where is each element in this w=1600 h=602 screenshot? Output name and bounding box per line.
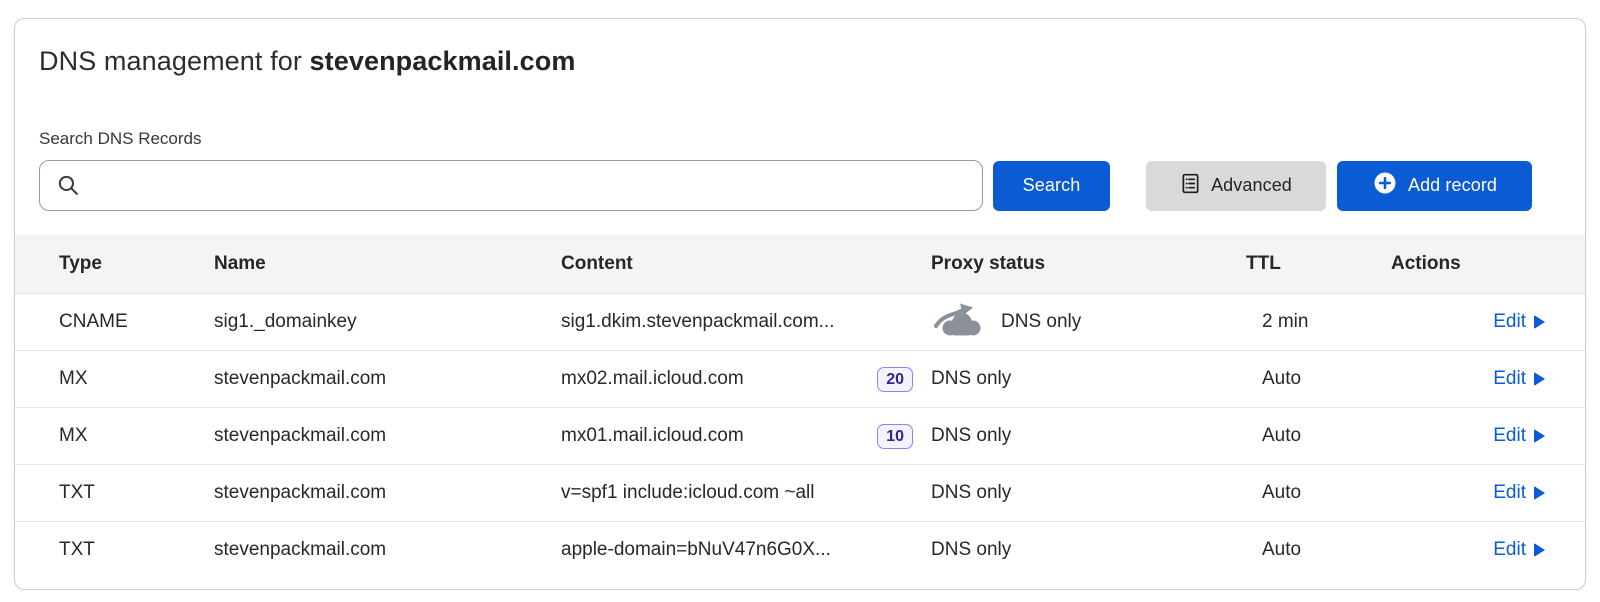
column-header-proxy-status: Proxy status bbox=[931, 253, 1246, 275]
page-title: DNS management for stevenpackmail.com bbox=[39, 46, 1561, 77]
record-content: mx02.mail.icloud.com bbox=[561, 368, 744, 390]
record-type: CNAME bbox=[59, 311, 214, 333]
record-type: MX bbox=[59, 368, 214, 390]
record-name: sig1._domainkey bbox=[214, 311, 561, 333]
record-type: TXT bbox=[59, 539, 214, 561]
edit-button[interactable]: Edit bbox=[1493, 425, 1545, 447]
priority-badge: 20 bbox=[877, 367, 913, 392]
record-ttl: Auto bbox=[1246, 539, 1391, 561]
actions-cell: Edit bbox=[1391, 482, 1545, 504]
record-content: apple-domain=bNuV47n6G0X... bbox=[561, 539, 831, 561]
search-toolbar: Search Advanced bbox=[39, 160, 1561, 211]
edit-button[interactable]: Edit bbox=[1493, 482, 1545, 504]
search-label: Search DNS Records bbox=[39, 129, 1561, 149]
edit-label: Edit bbox=[1493, 311, 1526, 333]
edit-label: Edit bbox=[1493, 368, 1526, 390]
actions-cell: Edit bbox=[1391, 425, 1545, 447]
proxy-status-text: DNS only bbox=[1001, 311, 1081, 333]
edit-label: Edit bbox=[1493, 425, 1526, 447]
priority-badge: 10 bbox=[877, 424, 913, 449]
advanced-button[interactable]: Advanced bbox=[1146, 161, 1326, 211]
search-box bbox=[39, 160, 983, 211]
actions-cell: Edit bbox=[1391, 368, 1545, 390]
screen: DNS management for stevenpackmail.com Se… bbox=[0, 0, 1600, 602]
list-icon bbox=[1180, 173, 1201, 199]
caret-right-icon bbox=[1534, 543, 1545, 557]
record-content-cell: v=spf1 include:icloud.com ~all bbox=[561, 482, 931, 504]
search-input[interactable] bbox=[39, 160, 983, 211]
caret-right-icon bbox=[1534, 372, 1545, 386]
edit-button[interactable]: Edit bbox=[1493, 539, 1545, 561]
table-row: TXT stevenpackmail.com apple-domain=bNuV… bbox=[15, 521, 1585, 578]
proxy-status-cell: DNS only bbox=[931, 368, 1246, 390]
dns-records-table: Type Name Content Proxy status TTL Actio… bbox=[15, 235, 1585, 578]
record-type: TXT bbox=[59, 482, 214, 504]
edit-label: Edit bbox=[1493, 482, 1526, 504]
caret-right-icon bbox=[1534, 315, 1545, 329]
column-header-ttl: TTL bbox=[1246, 253, 1391, 275]
actions-cell: Edit bbox=[1391, 311, 1545, 333]
page-title-prefix: DNS management for bbox=[39, 46, 310, 76]
record-content: sig1.dkim.stevenpackmail.com... bbox=[561, 311, 835, 333]
proxy-status-text: DNS only bbox=[931, 482, 1011, 504]
record-content-cell: mx02.mail.icloud.com 20 bbox=[561, 367, 931, 392]
record-ttl: Auto bbox=[1246, 368, 1391, 390]
proxy-status-cell: DNS only bbox=[931, 482, 1246, 504]
dns-management-card: DNS management for stevenpackmail.com Se… bbox=[14, 18, 1586, 590]
edit-label: Edit bbox=[1493, 539, 1526, 561]
record-content-cell: sig1.dkim.stevenpackmail.com... bbox=[561, 311, 931, 333]
table-row: MX stevenpackmail.com mx01.mail.icloud.c… bbox=[15, 407, 1585, 464]
table-row: MX stevenpackmail.com mx02.mail.icloud.c… bbox=[15, 350, 1585, 407]
proxy-status-cell: DNS only bbox=[931, 301, 1246, 343]
record-ttl: Auto bbox=[1246, 482, 1391, 504]
record-content: v=spf1 include:icloud.com ~all bbox=[561, 482, 814, 504]
proxy-status-cell: DNS only bbox=[931, 425, 1246, 447]
record-ttl: Auto bbox=[1246, 425, 1391, 447]
column-header-name: Name bbox=[214, 253, 561, 275]
edit-button[interactable]: Edit bbox=[1493, 311, 1545, 333]
record-name: stevenpackmail.com bbox=[214, 425, 561, 447]
record-ttl: 2 min bbox=[1246, 311, 1391, 333]
column-header-actions: Actions bbox=[1391, 253, 1545, 275]
column-header-type: Type bbox=[59, 253, 214, 275]
table-row: TXT stevenpackmail.com v=spf1 include:ic… bbox=[15, 464, 1585, 521]
search-button-label: Search bbox=[1023, 175, 1081, 196]
table-header-row: Type Name Content Proxy status TTL Actio… bbox=[15, 235, 1585, 293]
caret-right-icon bbox=[1534, 429, 1545, 443]
proxy-status-text: DNS only bbox=[931, 368, 1011, 390]
zone-domain-name: stevenpackmail.com bbox=[310, 46, 576, 76]
record-type: MX bbox=[59, 425, 214, 447]
actions-cell: Edit bbox=[1391, 539, 1545, 561]
record-name: stevenpackmail.com bbox=[214, 368, 561, 390]
add-record-button-label: Add record bbox=[1408, 175, 1497, 196]
column-header-content: Content bbox=[561, 253, 931, 275]
record-content: mx01.mail.icloud.com bbox=[561, 425, 744, 447]
record-name: stevenpackmail.com bbox=[214, 539, 561, 561]
search-button[interactable]: Search bbox=[993, 161, 1110, 211]
table-row: CNAME sig1._domainkey sig1.dkim.stevenpa… bbox=[15, 293, 1585, 350]
add-record-button[interactable]: Add record bbox=[1337, 161, 1532, 211]
proxy-status-text: DNS only bbox=[931, 539, 1011, 561]
advanced-button-label: Advanced bbox=[1211, 175, 1292, 196]
caret-right-icon bbox=[1534, 486, 1545, 500]
proxy-status-text: DNS only bbox=[931, 425, 1011, 447]
record-content-cell: mx01.mail.icloud.com 10 bbox=[561, 424, 931, 449]
proxy-status-cell: DNS only bbox=[931, 539, 1246, 561]
edit-button[interactable]: Edit bbox=[1493, 368, 1545, 390]
cloud-dns-only-icon bbox=[931, 301, 987, 343]
plus-circle-icon bbox=[1372, 170, 1398, 201]
record-name: stevenpackmail.com bbox=[214, 482, 561, 504]
record-content-cell: apple-domain=bNuV47n6G0X... bbox=[561, 539, 931, 561]
